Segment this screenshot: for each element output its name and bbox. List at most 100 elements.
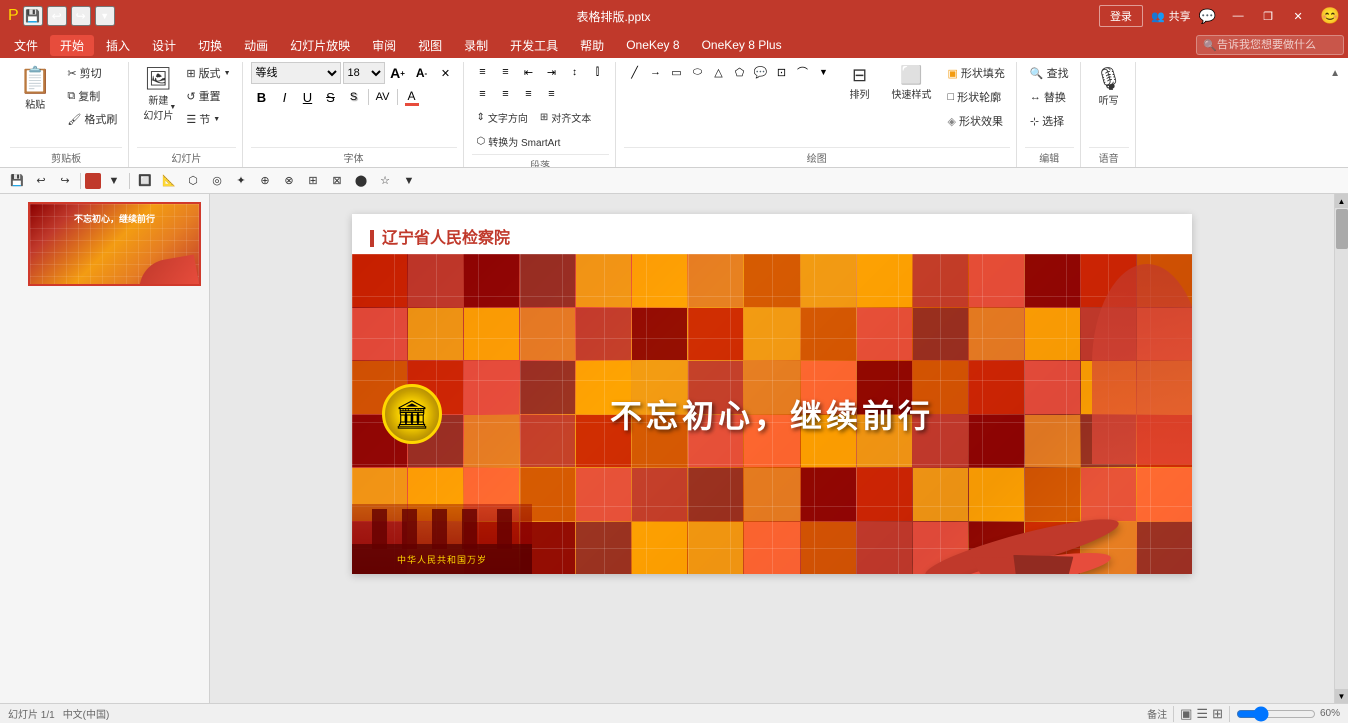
close-button[interactable]: ✕: [1284, 5, 1312, 27]
slide-title[interactable]: 辽宁省人民检察院: [352, 214, 1192, 254]
menu-insert[interactable]: 插入: [96, 35, 140, 56]
shape-more[interactable]: ⊡: [771, 62, 793, 82]
menu-devtools[interactable]: 开发工具: [500, 35, 568, 56]
save-quick-btn[interactable]: 💾: [23, 6, 43, 26]
menu-review[interactable]: 审阅: [362, 35, 406, 56]
login-button[interactable]: 登录: [1099, 5, 1143, 27]
undo-quick-btn[interactable]: ↩: [47, 6, 67, 26]
dictation-button[interactable]: 🎙 听写: [1089, 62, 1129, 111]
scroll-track[interactable]: [1335, 208, 1348, 689]
format-painter-button[interactable]: 🖌 格式刷: [62, 108, 122, 130]
menu-onekey8[interactable]: OneKey 8: [616, 36, 689, 54]
save-btn[interactable]: 💾: [6, 171, 28, 191]
menu-home[interactable]: 开始: [50, 35, 94, 56]
menu-onekey8plus[interactable]: OneKey 8 Plus: [692, 36, 792, 54]
collapse-icon[interactable]: ▲: [1326, 66, 1344, 81]
char-spacing-button[interactable]: AV: [372, 87, 394, 107]
new-slide-button[interactable]: 🖼 新建 幻灯片 ▼: [137, 62, 179, 126]
numbering-button[interactable]: ≡: [495, 62, 517, 82]
shape-rect[interactable]: ▭: [666, 62, 688, 82]
customize-quick-btn[interactable]: ▼: [95, 6, 115, 26]
fb-btn3[interactable]: ⬡: [182, 171, 204, 191]
copy-button[interactable]: ⧉ 复制: [62, 85, 122, 107]
menu-animations[interactable]: 动画: [234, 35, 278, 56]
color-picker-btn[interactable]: ▼: [103, 171, 125, 191]
notes-btn[interactable]: 备注: [1147, 706, 1167, 721]
scroll-thumb[interactable]: [1336, 209, 1348, 249]
menu-design[interactable]: 设计: [142, 35, 186, 56]
slogan-area[interactable]: 不忘初心，继续前行: [472, 391, 1072, 437]
shape-triangle[interactable]: △: [708, 62, 730, 82]
fb-btn7[interactable]: ⊗: [278, 171, 300, 191]
shape-effect-button[interactable]: ◈ 形状效果: [943, 110, 1010, 132]
increase-font-button[interactable]: A+: [387, 63, 409, 83]
canvas-area[interactable]: 辽宁省人民检察院: [210, 194, 1334, 703]
shadow-button[interactable]: S: [343, 87, 365, 107]
shape-oval[interactable]: ⬭: [687, 62, 709, 82]
shape-extra[interactable]: ▼: [813, 62, 835, 82]
undo-btn[interactable]: ↩: [30, 171, 52, 191]
search-input[interactable]: [1217, 39, 1337, 51]
menu-transitions[interactable]: 切换: [188, 35, 232, 56]
paste-button[interactable]: 📋 粘贴: [10, 62, 60, 114]
shape-pentagon[interactable]: ⬠: [729, 62, 751, 82]
ribbon-collapse[interactable]: ▲: [1326, 62, 1344, 167]
fb-btn5[interactable]: ✦: [230, 171, 252, 191]
text-direction-button[interactable]: ⇕ 文字方向: [472, 106, 533, 128]
bullets-button[interactable]: ≡: [472, 62, 494, 82]
replace-button[interactable]: ↔ 替换: [1025, 86, 1071, 108]
slide-thumbnail[interactable]: 不忘初心，继续前行: [28, 202, 201, 286]
align-left-button[interactable]: ≡: [472, 84, 494, 104]
quick-styles-button[interactable]: ⬜ 快速样式: [887, 62, 937, 104]
fb-btn12[interactable]: ▼: [398, 171, 420, 191]
view-normal-btn[interactable]: ▣: [1180, 706, 1192, 722]
font-size-select[interactable]: 18: [343, 62, 385, 84]
fb-btn10[interactable]: ⬤: [350, 171, 372, 191]
align-right-button[interactable]: ≡: [518, 84, 540, 104]
scroll-down-btn[interactable]: ▼: [1335, 689, 1348, 703]
new-slide-dropdown[interactable]: ▼: [169, 104, 176, 111]
columns-button[interactable]: ⫿: [587, 62, 609, 82]
bold-button[interactable]: B: [251, 87, 273, 107]
indent-less-button[interactable]: ⇤: [518, 62, 540, 82]
arrange-button[interactable]: ⊟ 排列: [839, 62, 881, 104]
fb-btn2[interactable]: 📐: [158, 171, 180, 191]
view-outline-btn[interactable]: ☰: [1196, 706, 1208, 722]
font-name-select[interactable]: 等线: [251, 62, 341, 84]
zoom-slider[interactable]: [1236, 706, 1316, 722]
shape-arrow[interactable]: →: [645, 62, 667, 82]
fb-btn11[interactable]: ☆: [374, 171, 396, 191]
fb-btn1[interactable]: 🔲: [134, 171, 156, 191]
restore-button[interactable]: ❐: [1254, 5, 1282, 27]
minimize-button[interactable]: —: [1224, 5, 1252, 27]
shape-fill-button[interactable]: ▣ 形状填充: [943, 62, 1010, 84]
menu-slideshow[interactable]: 幻灯片放映: [280, 35, 360, 56]
reset-button[interactable]: ↺ 重置: [181, 85, 235, 107]
view-slide-btn[interactable]: ⊞: [1212, 706, 1223, 722]
scroll-up-btn[interactable]: ▲: [1335, 194, 1348, 208]
menu-record[interactable]: 录制: [454, 35, 498, 56]
underline-button[interactable]: U: [297, 87, 319, 107]
fb-btn9[interactable]: ⊠: [326, 171, 348, 191]
clear-format-button[interactable]: ✕: [435, 63, 457, 83]
align-text-button[interactable]: ⊞ 对齐文本: [535, 106, 596, 128]
fb-btn4[interactable]: ◎: [206, 171, 228, 191]
convert-smartart-button[interactable]: ⬡ 转换为 SmartArt: [472, 130, 566, 152]
menu-view[interactable]: 视图: [408, 35, 452, 56]
select-button[interactable]: ⊹ 选择: [1025, 110, 1069, 132]
align-center-button[interactable]: ≡: [495, 84, 517, 104]
justify-button[interactable]: ≡: [541, 84, 563, 104]
line-spacing-button[interactable]: ↕: [564, 62, 586, 82]
italic-button[interactable]: I: [274, 87, 296, 107]
indent-more-button[interactable]: ⇥: [541, 62, 563, 82]
find-button[interactable]: 🔍 查找: [1025, 62, 1074, 84]
menu-file[interactable]: 文件: [4, 35, 48, 56]
redo-quick-btn[interactable]: ↪: [71, 6, 91, 26]
shape-callout[interactable]: 💬: [750, 62, 772, 82]
fb-btn6[interactable]: ⊕: [254, 171, 276, 191]
strikethrough-button[interactable]: S: [320, 87, 342, 107]
redo-btn[interactable]: ↪: [54, 171, 76, 191]
search-box[interactable]: 🔍: [1196, 35, 1344, 55]
decrease-font-button[interactable]: A-: [411, 63, 433, 83]
section-button[interactable]: ☰ 节 ▼: [181, 108, 235, 130]
